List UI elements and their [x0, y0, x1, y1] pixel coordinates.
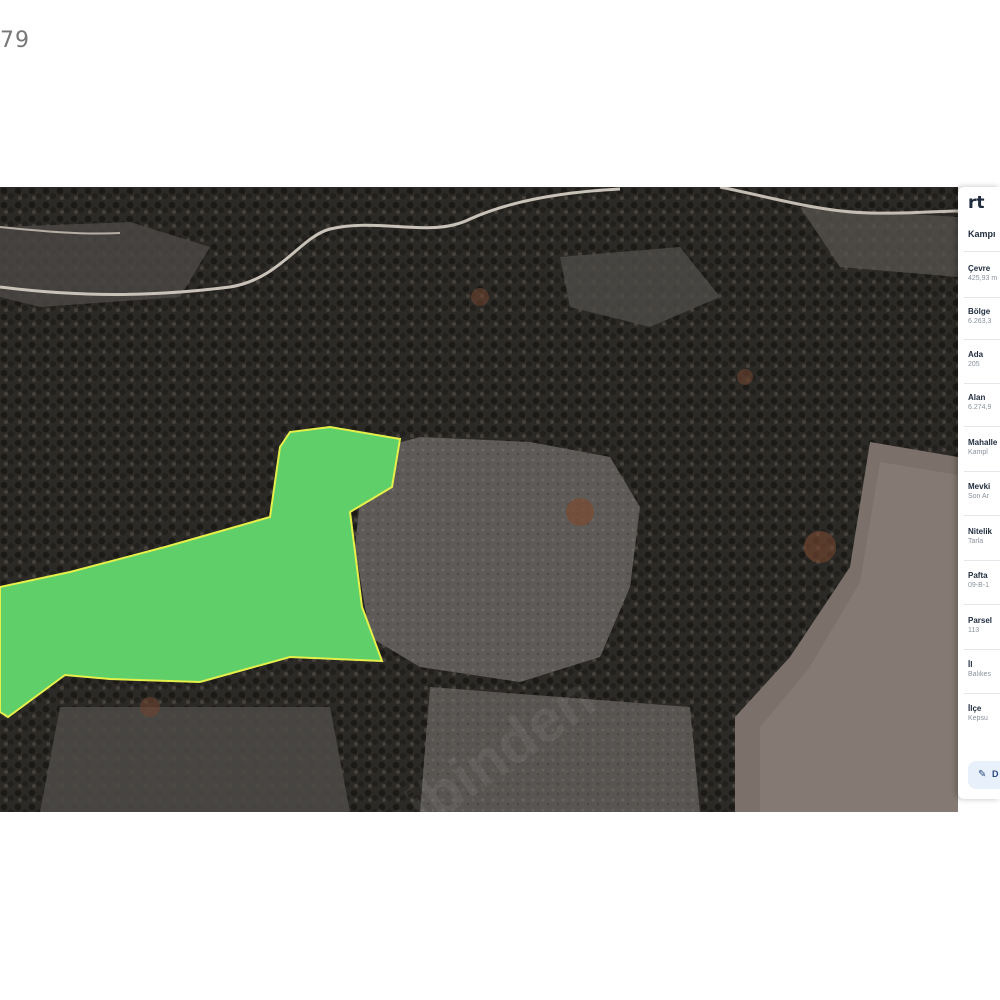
- scrub-clearing: [355, 437, 640, 682]
- row-label: Nitelik: [968, 527, 993, 536]
- row-label: Pafta: [968, 571, 988, 580]
- row-value: 09-B-1: [968, 582, 990, 589]
- page-id-fragment: 79: [0, 28, 30, 53]
- row-value: 205: [968, 361, 980, 368]
- row-value: Tarla: [968, 538, 984, 545]
- edit-button[interactable]: ✎ D: [968, 761, 1000, 789]
- row-cevre: Çevre 425,93 m: [968, 263, 997, 284]
- pencil-icon: ✎: [978, 769, 987, 780]
- row-ilce: İlçe Kepsu: [968, 703, 988, 724]
- row-label: Alan: [968, 393, 986, 402]
- row-label: İl: [968, 660, 973, 669]
- row-label: Mevki: [968, 482, 991, 491]
- row-parsel: Parsel 113: [968, 615, 992, 636]
- scrub-clearing-south: [420, 687, 700, 812]
- row-value: 6.274,9: [968, 404, 992, 411]
- row-pafta: Pafta 09-B-1: [968, 570, 989, 591]
- app-logo: rt: [968, 193, 985, 213]
- row-label: Parsel: [968, 616, 993, 625]
- row-value: Son Ar: [968, 493, 990, 500]
- panel-title: Kampı: [968, 229, 996, 239]
- row-value: 425,93 m: [968, 275, 998, 282]
- row-label: İlçe: [968, 704, 982, 713]
- map-canvas: [0, 187, 958, 812]
- row-value: Balıkes: [968, 671, 991, 678]
- row-label: Çevre: [968, 264, 991, 273]
- row-il: İl Balıkes: [968, 659, 991, 680]
- row-mahalle: Mahalle Kampl: [968, 437, 997, 458]
- row-value: 113: [968, 627, 980, 634]
- parcel-info-panel: rt Kampı Çevre 425,93 m Bölge 6.263,3 Ad…: [958, 187, 1000, 799]
- clearing-south-west: [40, 707, 350, 812]
- row-label: Ada: [968, 350, 984, 359]
- row-value: Kepsu: [968, 715, 988, 722]
- row-alan: Alan 6.274,9: [968, 392, 991, 413]
- row-label: Bölge: [968, 307, 991, 316]
- satellite-map[interactable]: sahibinden: [0, 187, 958, 812]
- row-nitelik: Nitelik Tarla: [968, 526, 992, 547]
- row-bolge: Bölge 6.263,3: [968, 306, 991, 327]
- row-value: 6.263,3: [968, 318, 992, 325]
- row-mevki: Mevki Son Ar: [968, 481, 990, 502]
- row-value: Kampl: [968, 449, 988, 456]
- edit-button-label: D: [992, 769, 999, 779]
- row-ada: Ada 205: [968, 349, 983, 370]
- row-label: Mahalle: [968, 438, 998, 447]
